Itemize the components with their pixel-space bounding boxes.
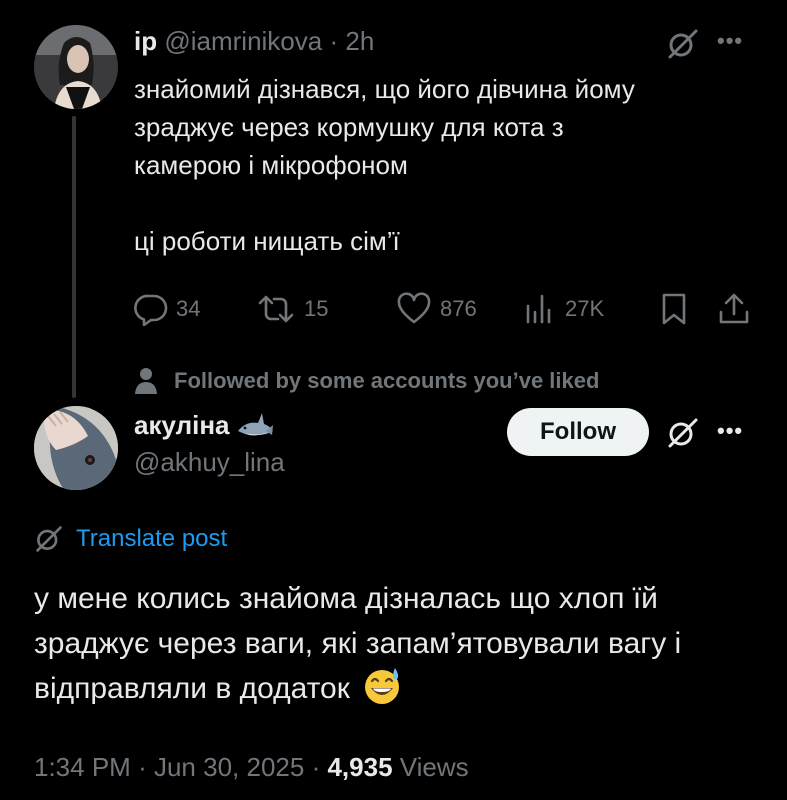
social-context-text: Followed by some accounts you’ve liked bbox=[174, 368, 600, 393]
grinning-sweat-emoji bbox=[365, 668, 400, 704]
post-author-avatar[interactable] bbox=[34, 406, 118, 490]
post-date[interactable]: Jun 30, 2025 bbox=[154, 752, 304, 782]
separator-dot: · bbox=[311, 752, 321, 782]
person-icon bbox=[135, 368, 157, 394]
repost-icon bbox=[258, 295, 294, 323]
grok-icon[interactable] bbox=[666, 416, 700, 450]
reply-action-bar: 34 15 876 27K bbox=[0, 292, 787, 332]
reply-timestamp[interactable]: 2h bbox=[345, 26, 374, 56]
post-text-body: у мене колись знайома дізналась що хлоп … bbox=[34, 582, 682, 705]
reply-icon bbox=[134, 294, 168, 326]
reply-text-line: ці роботи нищать сім’ї bbox=[134, 226, 400, 256]
translate-label[interactable]: Translate post bbox=[76, 525, 227, 553]
post-meta: 1:34 PM · Jun 30, 2025 · 4,935 Views bbox=[34, 752, 469, 783]
reply-author-handle[interactable]: @iamrinikova bbox=[164, 26, 322, 56]
repost-count: 15 bbox=[304, 296, 329, 321]
post-text: у мене колись знайома дізналась що хлоп … bbox=[34, 576, 764, 711]
post-views-count: 4,935 bbox=[327, 752, 393, 782]
bookmark-button[interactable] bbox=[660, 292, 688, 326]
share-icon bbox=[719, 293, 749, 324]
reply-author-avatar[interactable] bbox=[34, 25, 118, 109]
thread-connector-line bbox=[72, 116, 76, 398]
share-button[interactable] bbox=[717, 292, 751, 326]
post-time[interactable]: 1:34 PM bbox=[34, 752, 131, 782]
reply-text-line: камерою і мікрофоном bbox=[134, 150, 408, 180]
shark-emoji-icon bbox=[237, 412, 273, 435]
reply-text: знайомий дізнався, що його дівчина йому … bbox=[134, 70, 764, 260]
post-author-name[interactable]: акуліна bbox=[134, 410, 230, 441]
post-header: акуліна @akhuy_lina bbox=[134, 410, 285, 478]
translate-post-link[interactable]: Translate post bbox=[34, 524, 227, 554]
social-context[interactable]: Followed by some accounts you’ve liked bbox=[134, 367, 599, 395]
like-button[interactable]: 876 bbox=[396, 292, 477, 326]
grok-translate-icon bbox=[36, 526, 62, 552]
post-author-handle[interactable]: @akhuy_lina bbox=[134, 447, 285, 478]
views-button[interactable]: 27K bbox=[523, 292, 604, 326]
follow-button[interactable]: Follow bbox=[507, 408, 649, 456]
reply-text-line: зраджує через кормушку для кота з bbox=[134, 112, 564, 142]
bookmark-icon bbox=[662, 293, 686, 325]
grok-icon[interactable] bbox=[666, 27, 700, 61]
repost-button[interactable]: 15 bbox=[256, 292, 328, 326]
separator-dot: · bbox=[138, 752, 147, 782]
reply-text-line: знайомий дізнався, що його дівчина йому bbox=[134, 74, 635, 104]
more-options-icon[interactable]: ••• bbox=[717, 28, 743, 54]
views-icon bbox=[526, 294, 551, 324]
separator-dot: · bbox=[329, 26, 339, 56]
post-views-label: Views bbox=[399, 752, 469, 782]
heart-icon bbox=[397, 292, 431, 324]
views-count: 27K bbox=[565, 296, 605, 321]
like-count: 876 bbox=[440, 296, 477, 321]
reply-header: ip @iamrinikova · 2h bbox=[134, 26, 374, 57]
post-author-row[interactable]: акуліна bbox=[134, 410, 285, 441]
more-options-icon[interactable]: ••• bbox=[717, 418, 743, 444]
reply-author-name[interactable]: ip bbox=[134, 26, 157, 56]
reply-button[interactable]: 34 bbox=[134, 292, 200, 326]
reply-count: 34 bbox=[176, 296, 201, 321]
